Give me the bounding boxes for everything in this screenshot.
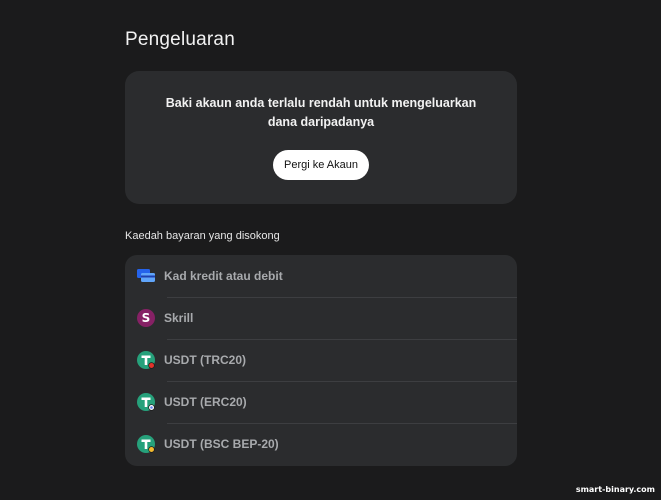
payment-method-skrill[interactable]: S Skrill	[125, 297, 517, 339]
tether-bep20-icon	[136, 434, 156, 454]
payment-method-usdt-bep20[interactable]: USDT (BSC BEP-20)	[125, 423, 517, 465]
notice-message: Baki akaun anda terlalu rendah untuk men…	[165, 96, 477, 129]
payment-method-label: Kad kredit atau debit	[164, 269, 283, 283]
payment-methods-heading: Kaedah bayaran yang disokong	[125, 230, 280, 242]
payment-method-usdt-erc20[interactable]: USDT (ERC20)	[125, 381, 517, 423]
withdrawal-page: Pengeluaran Baki akaun anda terlalu rend…	[0, 0, 661, 500]
payment-method-usdt-trc20[interactable]: USDT (TRC20)	[125, 339, 517, 381]
payment-method-card[interactable]: Kad kredit atau debit	[125, 255, 517, 297]
page-title: Pengeluaran	[125, 29, 235, 50]
payment-methods-list: Kad kredit atau debit S Skrill USDT (TRC…	[125, 255, 517, 466]
payment-method-label: Skrill	[164, 311, 194, 325]
skrill-icon: S	[136, 308, 156, 328]
tether-erc20-icon	[136, 392, 156, 412]
go-to-account-button[interactable]: Pergi ke Akaun	[273, 150, 369, 180]
svg-text:S: S	[142, 311, 151, 325]
payment-method-label: USDT (BSC BEP-20)	[164, 437, 279, 451]
watermark: smart-binary.com	[575, 485, 655, 494]
credit-card-icon	[136, 266, 156, 286]
payment-method-label: USDT (ERC20)	[164, 395, 247, 409]
low-balance-notice: Baki akaun anda terlalu rendah untuk men…	[125, 71, 517, 204]
payment-method-label: USDT (TRC20)	[164, 353, 247, 367]
tether-trc20-icon	[136, 350, 156, 370]
